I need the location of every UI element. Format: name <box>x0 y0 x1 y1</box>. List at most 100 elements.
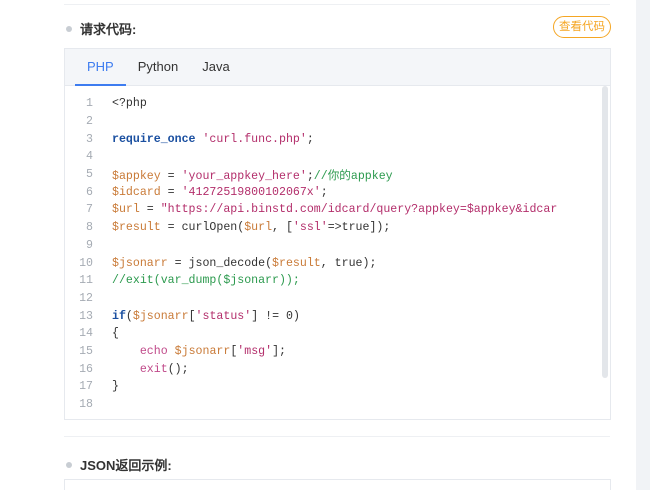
line-number: 8 <box>86 221 93 235</box>
bullet-dot-icon <box>66 461 72 468</box>
line-number: 14 <box>79 327 93 341</box>
code-token: //exit(var_dump($jsonarr)); <box>112 274 300 288</box>
line-number: 10 <box>79 256 93 270</box>
bullet-dot-icon <box>66 25 72 32</box>
line-number: 1 <box>86 97 93 111</box>
code-text: <?php <box>112 97 147 110</box>
code-token: $idcard <box>112 185 161 199</box>
code-text: $jsonarr = json_decode($result, true); <box>112 257 376 270</box>
code-token: '41272519800102067x' <box>181 185 321 199</box>
code-line: 16 exit(); <box>71 360 600 378</box>
code-line: 5 $appkey = 'your_appkey_here';//你的appkey <box>71 166 600 184</box>
code-token: 'curl.func.php' <box>202 132 307 146</box>
json-example-panel <box>64 479 611 490</box>
code-line: 1 <?php <box>71 95 600 113</box>
code-block[interactable]: 1 <?php 2 3 require_once 'curl.func.php'; 4 5 $… <box>71 95 600 415</box>
code-panel: PHP Python Java 1 <?php 2 3 require_once 'cu… <box>64 48 611 420</box>
line-number: 15 <box>79 344 93 358</box>
line-number: 13 <box>79 309 93 323</box>
code-text: //exit(var_dump($jsonarr)); <box>112 274 300 287</box>
line-number: 17 <box>79 380 93 394</box>
tab-python[interactable]: Python <box>126 49 190 85</box>
code-line: 15 echo $jsonarr['msg']; <box>71 343 600 361</box>
code-token: $result <box>112 221 161 235</box>
code-token: ; <box>306 169 314 183</box>
code-token: $appkey <box>112 169 161 183</box>
code-token: exit <box>139 362 168 376</box>
code-scrollbar[interactable] <box>602 86 608 378</box>
line-number: 4 <box>86 150 93 164</box>
line-number: 12 <box>79 291 93 305</box>
code-text: exit(); <box>112 363 189 376</box>
code-line: 18 <box>71 396 600 414</box>
code-line: 13 if($jsonarr['status'] != 0) <box>71 307 600 325</box>
section-title: JSON返回示例: <box>80 458 172 473</box>
code-token: } <box>112 380 119 394</box>
code-text: } <box>112 380 119 393</box>
section-title: 请求代码: <box>80 22 137 37</box>
page-scroll-gutter[interactable] <box>636 0 650 490</box>
line-number: 9 <box>86 238 93 252</box>
code-token: $jsonarr <box>132 309 189 323</box>
line-number: 7 <box>86 203 93 217</box>
code-line: 7 $url = "https://api.binstd.com/idcard/q… <box>71 201 600 219</box>
line-number: 16 <box>79 362 93 376</box>
code-text: require_once 'curl.func.php'; <box>112 133 314 146</box>
line-number: 5 <box>86 168 93 182</box>
code-text: { <box>112 327 119 340</box>
code-token: , [ <box>272 221 293 235</box>
view-code-button[interactable]: 查看代码 <box>553 16 611 38</box>
code-text: $appkey = 'your_appkey_here';//你的appkey <box>112 167 393 183</box>
code-text: echo $jsonarr['msg']; <box>112 345 286 358</box>
code-token: =>true]); <box>327 221 391 235</box>
line-number: 11 <box>79 274 93 288</box>
line-number: 3 <box>86 132 93 146</box>
divider <box>64 436 610 437</box>
line-number: 2 <box>86 115 93 129</box>
line-number: 6 <box>86 185 93 199</box>
code-token: ( <box>125 309 133 323</box>
tab-php[interactable]: PHP <box>75 49 126 86</box>
code-token: = json_decode( <box>167 256 273 270</box>
line-number: 18 <box>79 398 93 412</box>
code-line: 3 require_once 'curl.func.php'; <box>71 130 600 148</box>
code-token: echo <box>139 344 168 358</box>
code-text: $url = "https://api.binstd.com/idcard/qu… <box>112 203 557 216</box>
code-token: $url <box>112 203 140 217</box>
code-text: $idcard = '41272519800102067x'; <box>112 186 328 199</box>
code-token: <?php <box>112 97 147 111</box>
tab-java[interactable]: Java <box>190 49 241 85</box>
code-token: //你的appkey <box>313 169 393 183</box>
code-line: 12 <box>71 290 600 308</box>
code-token: $result <box>272 256 321 270</box>
code-token: $jsonarr <box>112 256 168 270</box>
code-token: (); <box>167 362 189 376</box>
code-token: 'ssl' <box>292 221 328 235</box>
code-token: ] != 0) <box>251 309 300 323</box>
code-token: , true); <box>320 256 377 270</box>
code-line: 14 { <box>71 325 600 343</box>
code-token: ; <box>320 185 328 199</box>
code-line: 6 $idcard = '41272519800102067x'; <box>71 183 600 201</box>
code-token: = <box>160 185 182 199</box>
code-token: $jsonarr <box>174 344 231 358</box>
divider <box>64 4 610 5</box>
code-token: 'status' <box>195 309 252 323</box>
code-token: $url <box>244 221 273 235</box>
code-token: { <box>112 327 119 341</box>
code-token: 'your_appkey_here' <box>181 169 307 183</box>
code-token: = <box>160 169 182 183</box>
code-line: 17} <box>71 378 600 396</box>
code-line: 4 <box>71 148 600 166</box>
code-line: 9 <box>71 237 600 255</box>
code-token: require_once <box>112 132 196 146</box>
language-tab-bar: PHP Python Java <box>65 49 610 86</box>
code-token: = curlOpen( <box>160 221 245 235</box>
code-line: 10 $jsonarr = json_decode($result, true); <box>71 254 600 272</box>
code-token: [ <box>188 309 196 323</box>
code-token: "https://api.binstd.com/idcard/query?app… <box>160 203 558 217</box>
code-token: 'msg' <box>237 344 273 358</box>
